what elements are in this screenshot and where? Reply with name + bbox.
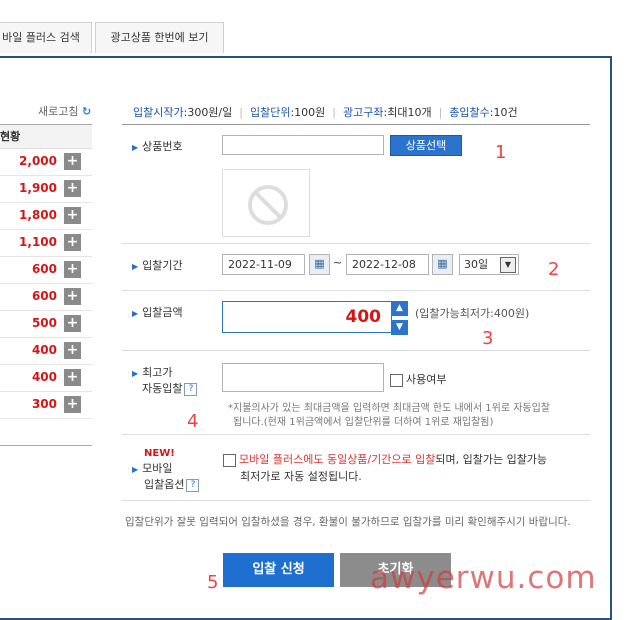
- info-total-key: 총입찰수: [449, 106, 490, 119]
- arrow-icon: ▶: [132, 309, 139, 318]
- arrow-icon: ▶: [132, 262, 139, 271]
- mobile-option-checkbox[interactable]: 모바일 플러스에도 동일상품/기간으로 입찰되며, 입찰가는 입찰가능 최저가로…: [223, 451, 547, 485]
- marker-4: 4: [187, 411, 199, 432]
- info-total-value: :10건: [489, 106, 518, 119]
- plus-icon[interactable]: +: [64, 207, 81, 224]
- product-label: ▶ 상품번호: [132, 140, 183, 153]
- period-days-value: 30일: [464, 258, 489, 271]
- tab-view-all-ads[interactable]: 광고상품 한번에 보기: [95, 22, 224, 53]
- product-row: ▶ 상품번호 상품선택: [122, 124, 590, 244]
- status-header: 현황: [0, 124, 92, 149]
- bid-info-bar: 입찰시작가:300원/일 | 입찰단위:100원 | 광고구좌:최대10개 | 총입찰수:1…: [133, 106, 518, 119]
- plus-icon[interactable]: +: [64, 153, 81, 170]
- info-slot-value: :최대10개: [383, 106, 432, 119]
- help-icon[interactable]: ?: [184, 382, 198, 396]
- status-value: 2,000: [19, 154, 57, 168]
- info-start-key: 입찰시작가: [133, 106, 184, 119]
- status-value: 300: [31, 397, 57, 411]
- decrease-icon[interactable]: ▼: [391, 320, 408, 335]
- plus-icon[interactable]: +: [64, 288, 81, 305]
- info-unit-key: 입찰단위: [249, 106, 291, 119]
- start-date-input[interactable]: 2022-11-09: [222, 254, 305, 275]
- marker-5: 5: [207, 572, 219, 593]
- arrow-icon: ▶: [132, 465, 139, 474]
- arrow-icon: ▶: [132, 143, 139, 152]
- no-image-icon: [248, 185, 288, 225]
- status-row: 400 +: [0, 365, 92, 392]
- status-row: 1,100 +: [0, 230, 92, 257]
- status-value: 600: [31, 289, 57, 303]
- refresh-label: 새로고침: [38, 105, 79, 118]
- marker-2: 2: [548, 259, 560, 280]
- bid-form: ▶ 상품번호 상품선택 ▶ 입찰기간 2022-11-09 ▦ ~ 2022-12-…: [122, 124, 590, 501]
- mobile-option-label: NEW! ▶ 모바일 입찰옵션?: [132, 445, 200, 492]
- product-image-placeholder: [222, 169, 310, 237]
- status-value: 1,100: [19, 235, 57, 249]
- plus-icon[interactable]: +: [64, 342, 81, 359]
- chevron-down-icon: ▼: [500, 257, 516, 273]
- watermark: awyerwu.com: [370, 560, 597, 596]
- max-bid-input[interactable]: [222, 363, 384, 392]
- increase-icon[interactable]: ▲: [391, 301, 408, 316]
- status-row: 600 +: [0, 257, 92, 284]
- amount-label: ▶ 입찰금액: [132, 306, 183, 319]
- status-row: 1,900 +: [0, 176, 92, 203]
- min-bid-hint: (입찰가능최저가:400원): [415, 307, 530, 320]
- status-row: 300 +: [0, 392, 92, 419]
- period-tilde: ~: [333, 256, 343, 269]
- status-row: 400 +: [0, 338, 92, 365]
- refresh-button[interactable]: 새로고침 ↻: [38, 103, 91, 119]
- amount-row: ▶ 입찰금액 400 ▲ ▼ (입찰가능최저가:400원): [122, 291, 590, 351]
- period-row: ▶ 입찰기간 2022-11-09 ▦ ~ 2022-12-08 ▦ 30일 ▼: [122, 244, 590, 291]
- plus-icon[interactable]: +: [64, 180, 81, 197]
- end-date-input[interactable]: 2022-12-08: [346, 254, 429, 275]
- new-badge: NEW!: [144, 448, 175, 459]
- status-value: 1,900: [19, 181, 57, 195]
- status-value: 600: [31, 262, 57, 276]
- status-value: 500: [31, 316, 57, 330]
- checkbox-icon: [223, 453, 236, 467]
- status-row: 500 +: [0, 311, 92, 338]
- calendar-icon[interactable]: ▦: [309, 254, 330, 275]
- plus-icon[interactable]: +: [64, 261, 81, 278]
- status-row: 1,800 +: [0, 203, 92, 230]
- status-row: 2,000 +: [0, 149, 92, 176]
- plus-icon[interactable]: +: [64, 315, 81, 332]
- status-value: 1,800: [19, 208, 57, 222]
- calendar-icon[interactable]: ▦: [432, 254, 453, 275]
- period-days-select[interactable]: 30일 ▼: [459, 254, 519, 275]
- bid-amount-input[interactable]: 400: [222, 301, 392, 333]
- help-icon[interactable]: ?: [186, 478, 200, 492]
- auto-bid-description: *지불의사가 있는 최대금액을 입력하면 최대금액 한도 내에서 1위로 자동입…: [228, 403, 550, 428]
- mobile-option-row: NEW! ▶ 모바일 입찰옵션? 모바일 플러스에도 동일상품/기간으로 입찰되며…: [122, 435, 590, 501]
- status-value: 400: [31, 370, 57, 384]
- info-unit-value: :100원: [290, 106, 326, 119]
- bid-status-table: 현황 2,000 + 1,900 + 1,800 + 1,100 + 600 + 600 +…: [0, 124, 92, 446]
- info-slot-key: 광고구좌: [343, 106, 384, 119]
- status-value: 400: [31, 343, 57, 357]
- product-number-input[interactable]: [222, 135, 384, 155]
- refund-notice: 입찰단위가 잘못 입력되어 입찰하셨을 경우, 환불이 불가하므로 입찰가를 미…: [125, 516, 571, 528]
- auto-bid-label: ▶ 최고가 자동입찰?: [132, 365, 198, 396]
- use-auto-bid-checkbox[interactable]: 사용여부: [390, 371, 446, 387]
- arrow-icon: ▶: [132, 369, 139, 378]
- plus-icon[interactable]: +: [64, 369, 81, 386]
- period-label: ▶ 입찰기간: [132, 259, 183, 272]
- submit-bid-button[interactable]: 입찰 신청: [223, 553, 334, 587]
- info-start-value: :300원/일: [183, 106, 233, 119]
- checkbox-icon: [390, 373, 403, 387]
- plus-icon[interactable]: +: [64, 234, 81, 251]
- tab-mobile-plus-search[interactable]: 바일 플러스 검색: [0, 22, 92, 53]
- refresh-icon: ↻: [81, 105, 92, 118]
- marker-3: 3: [482, 328, 494, 349]
- marker-1: 1: [495, 142, 507, 163]
- select-product-button[interactable]: 상품선택: [390, 135, 462, 156]
- status-row: 600 +: [0, 284, 92, 311]
- status-row-empty: [0, 419, 92, 446]
- plus-icon[interactable]: +: [64, 396, 81, 413]
